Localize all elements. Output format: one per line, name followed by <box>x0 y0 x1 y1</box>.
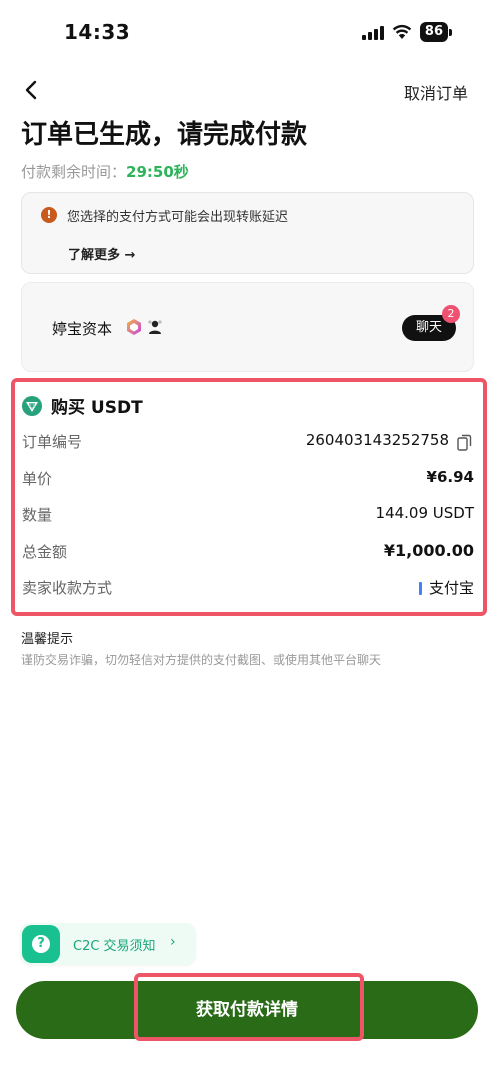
c2c-notice-button[interactable]: ? C2C 交易须知 › <box>20 923 196 965</box>
seller-payment-method-label: 卖家收款方式 <box>22 579 113 597</box>
verified-merchant-badge-icon <box>127 319 141 335</box>
timer-label: 付款剩余时间： <box>21 163 127 181</box>
get-payment-details-label: 获取付款详情 <box>196 1000 298 1020</box>
alipay-indicator-icon <box>419 582 422 595</box>
status-time: 14:33 <box>64 20 131 44</box>
c2c-notice-label: C2C 交易须知 <box>73 939 156 954</box>
warning-icon: ! <box>41 207 57 223</box>
quantity-value: 144.09 USDT <box>375 504 474 522</box>
status-bar: 14:33 86 <box>0 0 494 66</box>
buy-title: 购买 USDT <box>51 398 143 418</box>
merchant-name: 婷宝资本 <box>52 320 113 338</box>
order-number-value: 260403143252758 <box>305 431 449 449</box>
timer-value: 29:50秒 <box>126 163 189 181</box>
wifi-icon <box>392 24 412 39</box>
seller-payment-method-row: 卖家收款方式 支付宝 <box>22 577 474 601</box>
battery-icon: 86 <box>419 22 452 42</box>
total-amount-row: 总金额 ¥1,000.00 <box>22 541 474 565</box>
unit-price-value: ¥6.94 <box>426 468 474 486</box>
battery-level: 86 <box>419 22 448 42</box>
back-arrow-icon[interactable] <box>20 78 44 102</box>
notice-text: 您选择的支付方式可能会出现转账延迟 <box>67 210 289 225</box>
buy-header: 购买 USDT <box>22 393 143 418</box>
quantity-label: 数量 <box>22 506 53 524</box>
learn-more-link[interactable]: 了解更多 → <box>68 244 135 263</box>
order-number-label: 订单编号 <box>22 433 83 451</box>
copy-icon[interactable] <box>457 434 472 451</box>
tips-title: 温馨提示 <box>21 632 74 647</box>
cancel-order-button[interactable]: 取消订单 <box>404 80 468 104</box>
user-badge-icon <box>148 320 162 334</box>
unread-count-badge: 2 <box>442 305 460 323</box>
status-icons: 86 <box>361 22 452 42</box>
quantity-row: 数量 144.09 USDT <box>22 504 474 528</box>
help-icon: ? <box>22 925 60 963</box>
total-amount-label: 总金额 <box>22 543 68 561</box>
signal-icon <box>361 24 384 40</box>
total-amount-value: ¥1,000.00 <box>383 541 474 560</box>
page-title: 订单已生成，请完成付款 <box>21 120 308 150</box>
delay-notice-card: ! 您选择的支付方式可能会出现转账延迟 了解更多 → <box>21 192 474 274</box>
merchant-card: 婷宝资本 聊天 2 <box>21 282 474 372</box>
unit-price-label: 单价 <box>22 470 53 488</box>
usdt-icon <box>22 395 42 416</box>
order-number-row: 订单编号 260403143252758 <box>22 431 474 455</box>
order-payment-page: 14:33 86 取消订单 订单已生成，请完成付款 付款剩余时间：29:50秒 … <box>0 0 494 1075</box>
chevron-right-icon: › <box>170 934 176 950</box>
get-payment-details-button[interactable]: 获取付款详情 <box>16 981 478 1039</box>
unit-price-row: 单价 ¥6.94 <box>22 468 474 492</box>
seller-payment-method-value: 支付宝 <box>428 579 474 597</box>
tips-text: 谨防交易诈骗，切勿轻信对方提供的支付截图、或使用其他平台聊天 <box>21 653 382 667</box>
payment-timer: 付款剩余时间：29:50秒 <box>21 161 189 182</box>
